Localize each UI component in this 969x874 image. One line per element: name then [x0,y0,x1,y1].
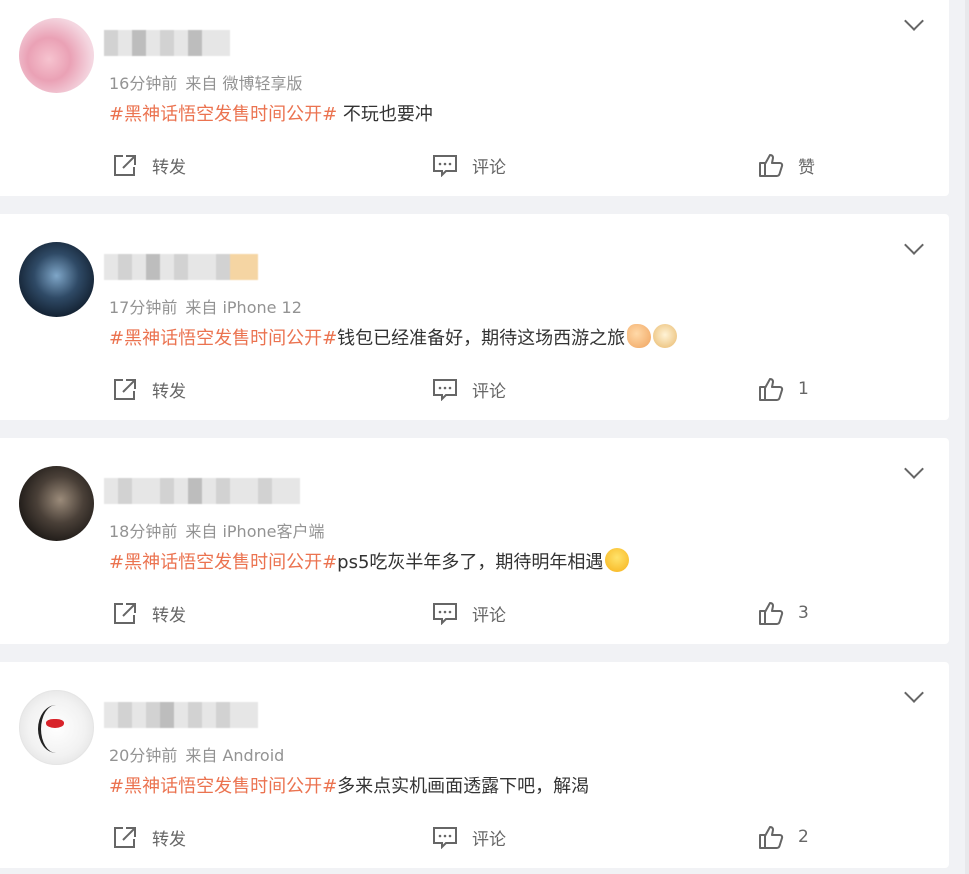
post-meta: 17分钟前 来自 iPhone 12 [109,294,302,318]
post-source: 来自 iPhone客户端 [185,522,325,541]
forward-button[interactable]: 转发 [112,374,186,404]
avatar[interactable] [19,690,94,765]
share-icon [112,825,138,849]
comment-icon [432,153,458,177]
action-bar: 转发 评论 3 [0,598,949,628]
topic-link[interactable]: #黑神话悟空发售时间公开# [109,552,337,573]
avatar[interactable] [19,242,94,317]
comment-label: 评论 [472,605,506,626]
action-bar: 转发 评论 赞 [0,150,949,180]
like-count: 赞 [798,157,815,178]
comment-card: 18分钟前 来自 iPhone客户端 #黑神话悟空发售时间公开#ps5吃灰半年多了… [0,438,949,644]
forward-label: 转发 [152,829,186,850]
post-text: 钱包已经准备好，期待这场西游之旅 [337,328,626,349]
like-count: 3 [798,603,809,623]
username-redacted[interactable] [104,30,230,56]
comment-button[interactable]: 评论 [432,598,506,628]
post-source: 来自 微博轻享版 [185,74,303,93]
chevron-down-icon[interactable] [904,11,924,31]
forward-button[interactable]: 转发 [112,150,186,180]
forward-button[interactable]: 转发 [112,598,186,628]
post-text: 多来点实机画面透露下吧，解渴 [337,776,590,797]
thumbs-up-icon [758,152,784,178]
thumbs-up-icon [758,600,784,626]
post-meta: 18分钟前 来自 iPhone客户端 [109,518,324,542]
thumbs-up-icon [758,376,784,402]
topic-link[interactable]: #黑神话悟空发售时间公开# [109,776,337,797]
share-icon [112,153,138,177]
like-button[interactable]: 赞 [758,150,815,180]
comment-card: 17分钟前 来自 iPhone 12 #黑神话悟空发售时间公开#钱包已经准备好，期… [0,214,949,420]
comment-label: 评论 [472,381,506,402]
avatar[interactable] [19,466,94,541]
post-source: 来自 Android [185,746,285,765]
forward-label: 转发 [152,381,186,402]
post-text: 不玩也要冲 [337,104,433,125]
forward-label: 转发 [152,605,186,626]
share-icon [112,377,138,401]
doge-emoji [653,324,678,348]
avatar-lips [46,719,64,728]
comment-icon [432,825,458,849]
like-button[interactable]: 3 [758,598,809,628]
comment-button[interactable]: 评论 [432,822,506,852]
username-redacted[interactable] [104,478,300,504]
post-content: #黑神话悟空发售时间公开#钱包已经准备好，期待这场西游之旅 [109,324,678,350]
post-time[interactable]: 16分钟前 [109,74,177,93]
like-button[interactable]: 2 [758,822,809,852]
post-content: #黑神话悟空发售时间公开# 不玩也要冲 [109,100,433,126]
chevron-down-icon[interactable] [904,459,924,479]
post-time[interactable]: 18分钟前 [109,522,177,541]
forward-button[interactable]: 转发 [112,822,186,852]
post-content: #黑神话悟空发售时间公开#ps5吃灰半年多了，期待明年相遇 [109,548,630,574]
forward-label: 转发 [152,157,186,178]
thumbs-up-icon [758,824,784,850]
chevron-down-icon[interactable] [904,235,924,255]
username-redacted[interactable] [104,702,258,728]
shocked-emoji [605,548,630,572]
like-count: 2 [798,827,809,847]
post-time[interactable]: 17分钟前 [109,298,177,317]
action-bar: 转发 评论 1 [0,374,949,404]
post-text: ps5吃灰半年多了，期待明年相遇 [337,552,604,573]
muscle-emoji [627,324,652,348]
comment-button[interactable]: 评论 [432,150,506,180]
like-count: 1 [798,379,809,399]
like-button[interactable]: 1 [758,374,809,404]
comment-card: 20分钟前 来自 Android #黑神话悟空发售时间公开#多来点实机画面透露下吧… [0,662,949,868]
username-redacted[interactable] [104,254,258,280]
avatar[interactable] [19,18,94,93]
action-bar: 转发 评论 2 [0,822,949,852]
topic-link[interactable]: #黑神话悟空发售时间公开# [109,104,337,125]
topic-link[interactable]: #黑神话悟空发售时间公开# [109,328,337,349]
post-content: #黑神话悟空发售时间公开#多来点实机画面透露下吧，解渴 [109,772,589,798]
chevron-down-icon[interactable] [904,683,924,703]
comment-icon [432,601,458,625]
comment-button[interactable]: 评论 [432,374,506,404]
comment-card: 16分钟前来自 微博轻享版 #黑神话悟空发售时间公开# 不玩也要冲 转发 评论 [0,0,949,196]
comment-label: 评论 [472,157,506,178]
scrollbar-track[interactable] [965,0,969,874]
post-meta: 16分钟前 来自 微博轻享版 [109,70,302,94]
post-source: 来自 iPhone 12 [185,298,302,317]
share-icon [112,601,138,625]
comment-label: 评论 [472,829,506,850]
post-meta: 20分钟前 来自 Android [109,742,284,766]
post-time[interactable]: 20分钟前 [109,746,177,765]
avatar-line-art [38,705,74,753]
comment-icon [432,377,458,401]
